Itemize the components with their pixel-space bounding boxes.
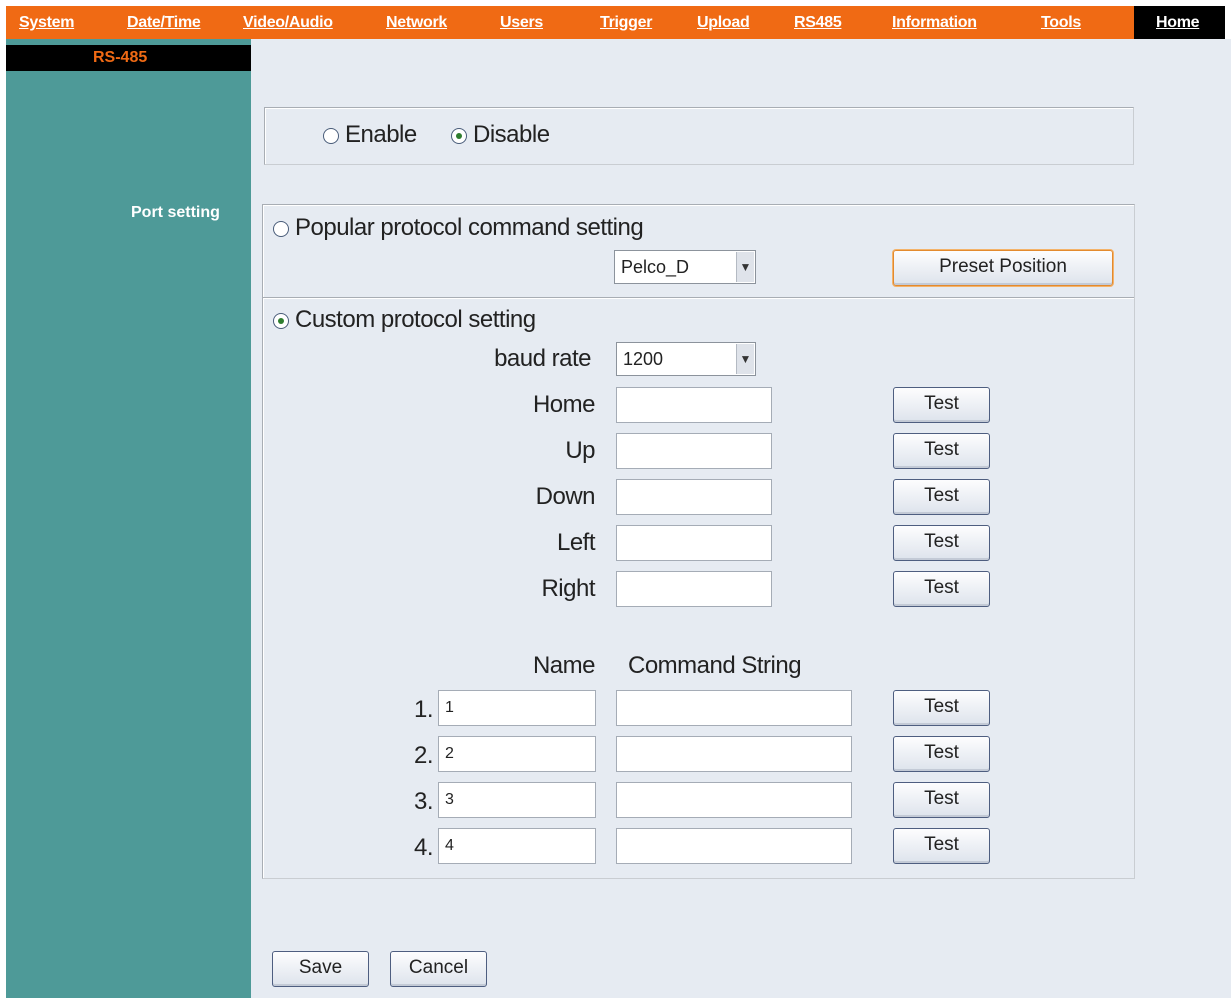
custom-command-input[interactable] <box>616 690 852 726</box>
nav-information[interactable]: Information <box>892 14 977 32</box>
section-divider <box>263 297 1134 299</box>
nav-trigger[interactable]: Trigger <box>600 14 652 32</box>
custom-test-button[interactable]: Test <box>893 828 990 864</box>
nav-network[interactable]: Network <box>386 14 447 32</box>
baud-rate-value: 1200 <box>623 349 664 369</box>
sidebar: RS-485 Port setting <box>6 39 251 998</box>
custom-name-input[interactable] <box>438 736 596 772</box>
enable-label: Enable <box>345 121 417 148</box>
sidebar-title: RS-485 <box>93 49 148 66</box>
right-command-input[interactable] <box>616 571 772 607</box>
baud-rate-select[interactable]: 1200 ▼ <box>616 342 756 376</box>
preset-position-button[interactable]: Preset Position <box>893 250 1113 286</box>
disable-label: Disable <box>473 121 550 148</box>
chevron-down-icon: ▼ <box>736 252 754 282</box>
nav-users[interactable]: Users <box>500 14 543 32</box>
cancel-button[interactable]: Cancel <box>390 951 487 987</box>
row-index: 3. <box>413 788 434 815</box>
name-column-header: Name <box>532 652 596 679</box>
nav-video-audio[interactable]: Video/Audio <box>243 14 333 32</box>
down-test-button[interactable]: Test <box>893 479 990 515</box>
nav-date-time[interactable]: Date/Time <box>127 14 201 32</box>
home-label: Home <box>532 391 596 418</box>
up-test-button[interactable]: Test <box>893 433 990 469</box>
custom-command-input[interactable] <box>616 782 852 818</box>
rs485-enable-panel: Enable Disable <box>264 107 1134 165</box>
row-index: 2. <box>413 742 434 769</box>
custom-name-input[interactable] <box>438 690 596 726</box>
left-test-button[interactable]: Test <box>893 525 990 561</box>
popular-protocol-label: Popular protocol command setting <box>295 214 644 241</box>
port-setting-label: Port setting <box>131 204 220 221</box>
custom-command-input[interactable] <box>616 828 852 864</box>
command-string-column-header: Command String <box>628 652 802 679</box>
row-index: 1. <box>413 696 434 723</box>
home-command-input[interactable] <box>616 387 772 423</box>
sidebar-header: RS-485 <box>6 45 251 71</box>
save-button[interactable]: Save <box>272 951 369 987</box>
left-command-input[interactable] <box>616 525 772 561</box>
down-command-input[interactable] <box>616 479 772 515</box>
enable-radio[interactable] <box>323 128 339 144</box>
down-label: Down <box>535 483 596 510</box>
custom-test-button[interactable]: Test <box>893 782 990 818</box>
protocol-select[interactable]: Pelco_D ▼ <box>614 250 756 284</box>
chevron-down-icon: ▼ <box>736 344 754 374</box>
custom-name-input[interactable] <box>438 782 596 818</box>
custom-name-input[interactable] <box>438 828 596 864</box>
main-content: Enable Disable Popular protocol command … <box>251 39 1231 998</box>
right-label: Right <box>541 575 595 602</box>
nav-upload[interactable]: Upload <box>697 14 750 32</box>
left-label: Left <box>556 529 596 556</box>
custom-test-button[interactable]: Test <box>893 736 990 772</box>
nav-home-container: Home <box>1134 6 1225 39</box>
popular-protocol-radio[interactable] <box>273 221 289 237</box>
baud-rate-label: baud rate <box>494 345 591 372</box>
home-test-button[interactable]: Test <box>893 387 990 423</box>
custom-protocol-label: Custom protocol setting <box>295 306 536 333</box>
right-test-button[interactable]: Test <box>893 571 990 607</box>
custom-protocol-radio[interactable] <box>273 313 289 329</box>
row-index: 4. <box>413 834 434 861</box>
nav-home[interactable]: Home <box>1156 14 1200 32</box>
nav-system[interactable]: System <box>19 14 74 32</box>
port-setting-panel: Popular protocol command setting Pelco_D… <box>262 204 1135 879</box>
top-navigation-bar: System Date/Time Video/Audio Network Use… <box>6 6 1225 39</box>
custom-test-button[interactable]: Test <box>893 690 990 726</box>
disable-radio[interactable] <box>451 128 467 144</box>
nav-tools[interactable]: Tools <box>1041 14 1081 32</box>
nav-rs485[interactable]: RS485 <box>794 14 842 32</box>
up-command-input[interactable] <box>616 433 772 469</box>
protocol-select-value: Pelco_D <box>621 257 690 277</box>
up-label: Up <box>565 437 595 464</box>
custom-command-input[interactable] <box>616 736 852 772</box>
